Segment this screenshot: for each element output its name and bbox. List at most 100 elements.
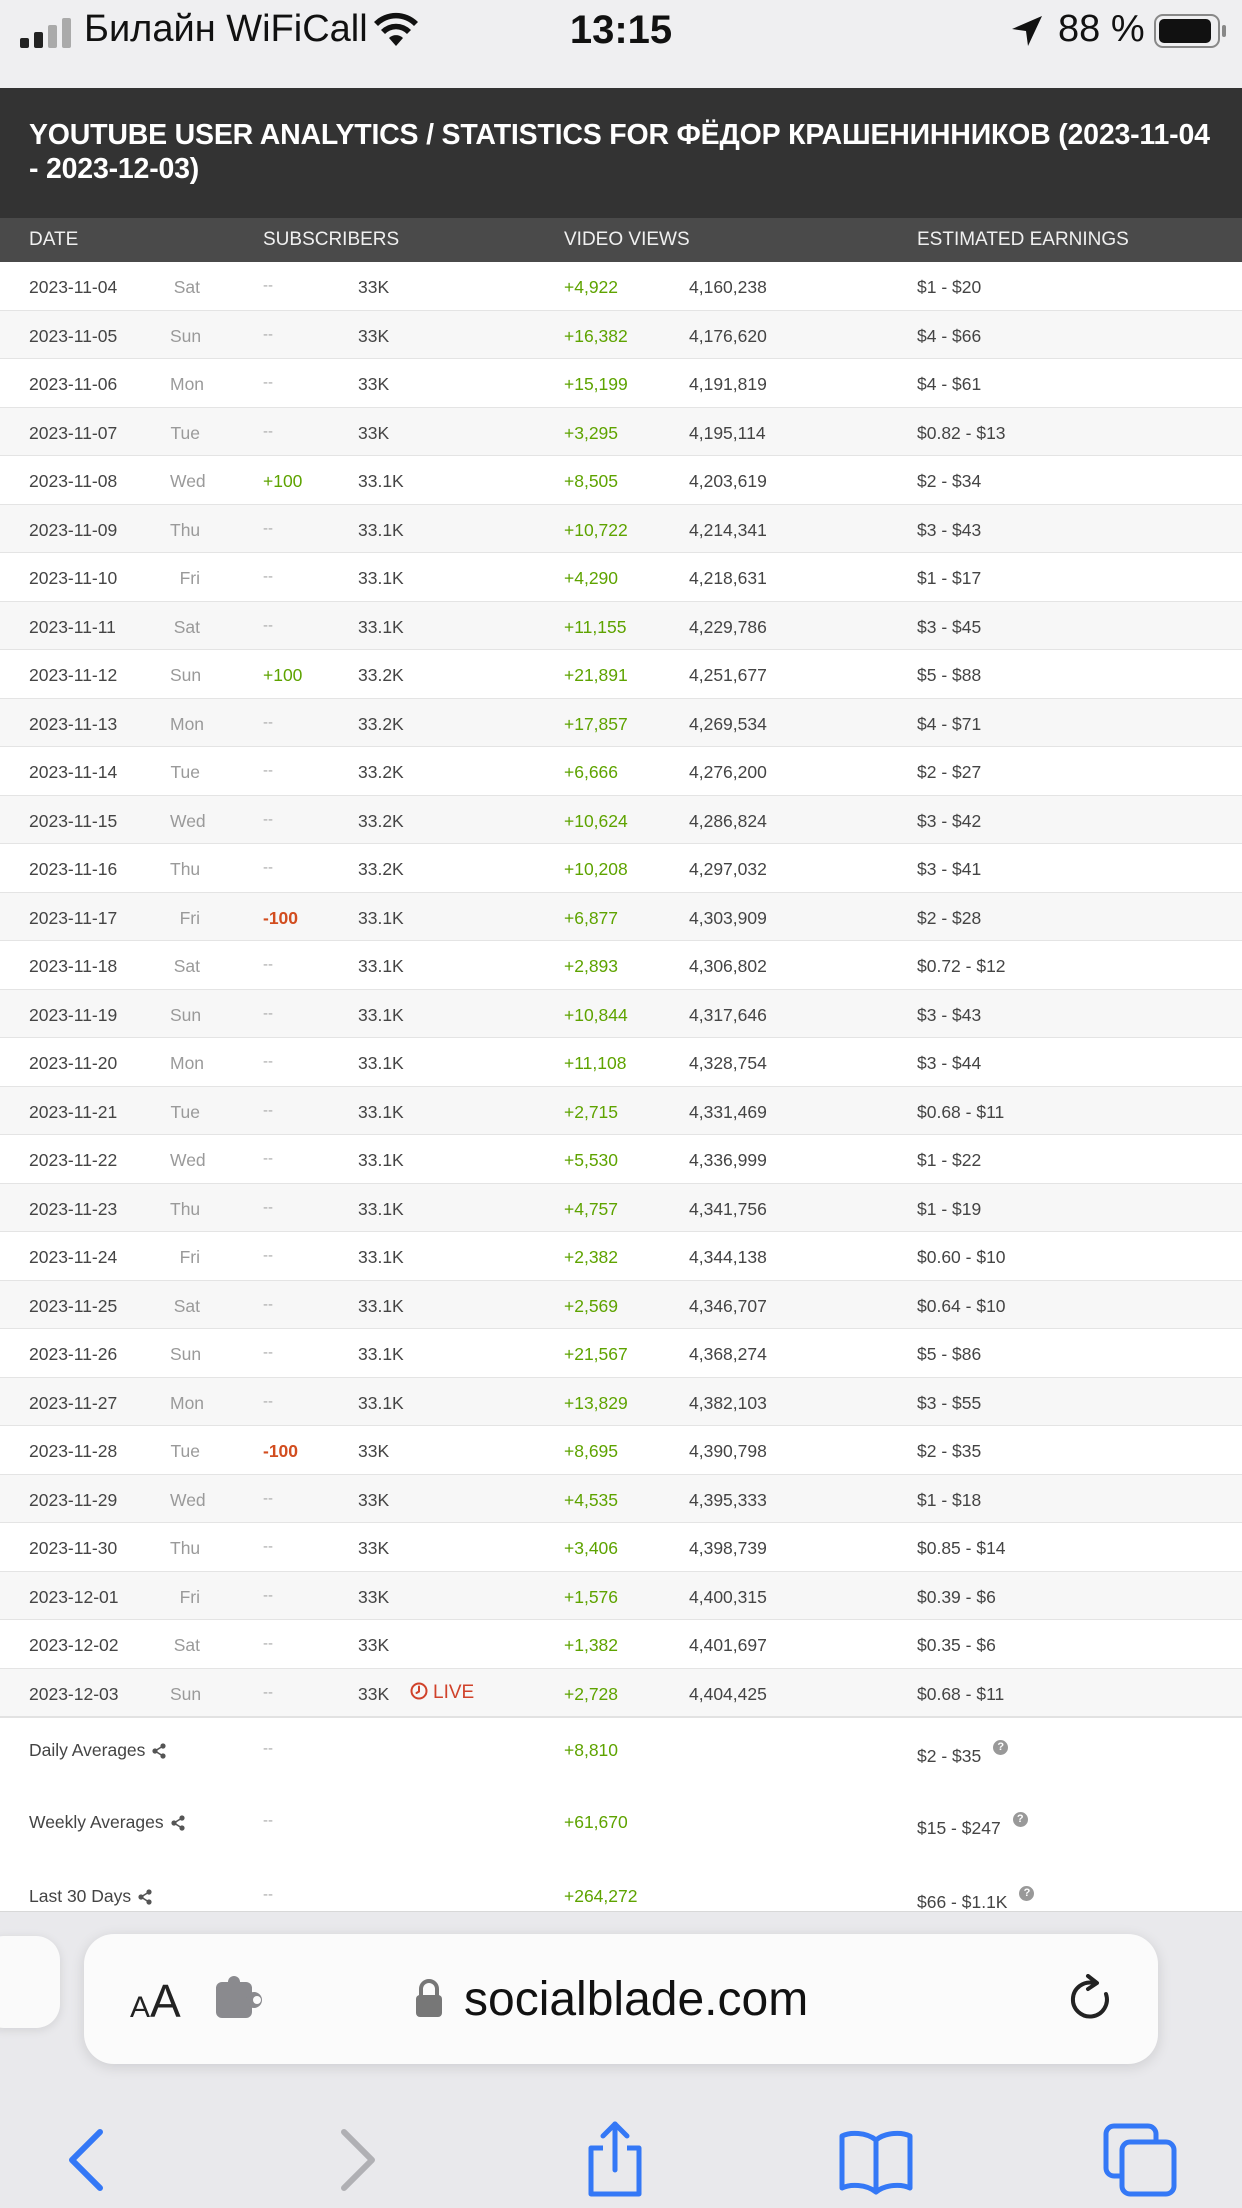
row-weekday: Wed xyxy=(170,471,206,491)
row-subscribers: 33.2K xyxy=(358,762,404,782)
row-total-views: 4,306,802 xyxy=(689,956,767,976)
row-views-change: +21,567 xyxy=(564,1344,628,1364)
row-views-change: +21,891 xyxy=(564,665,628,685)
row-date: 2023-12-02 xyxy=(29,1635,119,1655)
row-estimated-earnings: $0.82 - $13 xyxy=(917,422,1006,443)
row-subscribers: 33.2K xyxy=(358,665,404,685)
page-title: YOUTUBE USER ANALYTICS / STATISTICS FOR … xyxy=(29,119,1210,185)
row-subscribers: 33.1K xyxy=(358,1053,404,1073)
row-total-views: 4,341,756 xyxy=(689,1198,767,1219)
extension-puzzle-icon[interactable] xyxy=(214,1976,266,2020)
row-subscribers: 33K xyxy=(358,1586,390,1607)
row-weekday: Fri xyxy=(179,1247,200,1267)
row-views-change: +4,922 xyxy=(564,277,619,297)
row-estimated-earnings: $3 - $44 xyxy=(917,1053,982,1073)
row-weekday: Wed xyxy=(170,1150,206,1170)
row-views-change: +8,505 xyxy=(564,471,619,491)
row-estimated-earnings: $1 - $22 xyxy=(917,1150,982,1170)
table-row: 2023-12-01 Fri -- 33K +1,576 4,400,315 $0.39 -… xyxy=(0,1571,1242,1620)
help-icon[interactable]: ? xyxy=(1012,1812,1028,1827)
share-nodes-icon[interactable] xyxy=(170,1815,186,1831)
row-total-views: 4,382,103 xyxy=(689,1392,767,1413)
row-estimated-earnings: $2 - $35 xyxy=(917,1441,982,1461)
summary-views: +264,272 xyxy=(564,1886,638,1906)
row-estimated-earnings: $1 - $19 xyxy=(917,1198,982,1219)
row-date: 2023-11-15 xyxy=(29,810,118,831)
row-date: 2023-11-05 xyxy=(29,325,118,346)
share-icon[interactable] xyxy=(575,2120,655,2200)
row-date: 2023-11-16 xyxy=(29,859,118,879)
row-subscribers: 33K xyxy=(358,1489,390,1510)
row-estimated-earnings: $0.68 - $11 xyxy=(917,1683,1005,1704)
bookmarks-icon[interactable] xyxy=(836,2120,916,2200)
row-estimated-earnings: $2 - $28 xyxy=(917,907,982,928)
table-row: 2023-11-11 Sat -- 33.1K +11,155 4,229,786 $3 -… xyxy=(0,601,1242,650)
row-subscribers: 33.2K xyxy=(358,859,404,879)
row-subscriber-change: -- xyxy=(263,568,273,585)
row-total-views: 4,390,798 xyxy=(689,1441,767,1461)
row-total-views: 4,404,425 xyxy=(689,1683,767,1704)
table-row: 2023-11-16 Thu -- 33.2K +10,208 4,297,032 $3 -… xyxy=(0,844,1242,893)
table-row: 2023-11-29 Wed -- 33K +4,535 4,395,333 $1 - $1… xyxy=(0,1474,1242,1523)
summary-subscribers: -- xyxy=(263,1812,273,1829)
previous-tab-preview[interactable] xyxy=(0,1936,60,2028)
row-date: 2023-11-06 xyxy=(29,374,118,394)
row-subscribers: 33.1K xyxy=(358,1101,404,1122)
row-date: 2023-11-24 xyxy=(29,1247,118,1267)
summary-label: Last 30 Days xyxy=(29,1886,153,1907)
row-date: 2023-11-27 xyxy=(29,1392,118,1413)
row-subscriber-change: -100 xyxy=(263,907,299,928)
row-views-change: +6,877 xyxy=(564,907,619,928)
help-icon[interactable]: ? xyxy=(1019,1886,1035,1901)
summary-subscribers: -- xyxy=(263,1886,273,1903)
row-weekday: Sat xyxy=(173,277,200,297)
table-row: 2023-11-18 Sat -- 33.1K +2,893 4,306,802 $0.72… xyxy=(0,941,1242,990)
text-size-button[interactable]: AA xyxy=(130,1974,181,2028)
row-weekday: Sun xyxy=(170,1004,202,1025)
row-date: 2023-11-29 xyxy=(29,1489,118,1510)
back-arrow-icon[interactable] xyxy=(48,2120,128,2200)
row-total-views: 4,344,138 xyxy=(689,1247,767,1267)
row-weekday: Sat xyxy=(173,1635,200,1655)
row-date: 2023-11-23 xyxy=(29,1198,118,1219)
row-weekday: Tue xyxy=(170,422,200,443)
row-weekday: Thu xyxy=(170,519,201,540)
row-views-change: +1,576 xyxy=(564,1586,619,1607)
row-subscriber-change: -- xyxy=(263,1295,273,1313)
row-subscribers: 33K xyxy=(358,1538,390,1558)
row-weekday: Sat xyxy=(173,616,200,637)
forward-arrow-icon[interactable] xyxy=(316,2120,396,2200)
row-date: 2023-11-11 xyxy=(29,616,116,637)
table-row: 2023-11-07 Tue -- 33K +3,295 4,195,114 $0.82 -… xyxy=(0,407,1242,456)
row-date: 2023-11-19 xyxy=(29,1004,118,1025)
row-date: 2023-11-09 xyxy=(29,519,118,540)
table-row: 2023-12-02 Sat -- 33K +1,382 4,401,697 $0.35 -… xyxy=(0,1620,1242,1669)
battery-percentage: 88 % xyxy=(1058,8,1145,50)
table-row: 2023-11-09 Thu -- 33.1K +10,722 4,214,341 $3 -… xyxy=(0,504,1242,553)
reload-icon[interactable] xyxy=(1066,1974,1116,2024)
tabs-icon[interactable] xyxy=(1100,2120,1180,2200)
row-total-views: 4,203,619 xyxy=(689,471,767,491)
address-bar[interactable]: AA socialblade.com xyxy=(84,1934,1158,2064)
row-subscriber-change: -- xyxy=(263,859,273,876)
page-header: YOUTUBE USER ANALYTICS / STATISTICS FOR … xyxy=(0,88,1242,218)
row-total-views: 4,214,341 xyxy=(689,519,767,540)
row-estimated-earnings: $3 - $42 xyxy=(917,810,982,831)
row-subscribers: 33.1K xyxy=(358,1247,404,1267)
row-total-views: 4,160,238 xyxy=(689,277,767,297)
row-estimated-earnings: $1 - $20 xyxy=(917,277,982,297)
row-weekday: Sun xyxy=(170,1683,202,1704)
url-domain[interactable]: socialblade.com xyxy=(464,1972,808,2027)
table-row: 2023-11-14 Tue -- 33.2K +6,666 4,276,200 $2 - … xyxy=(0,747,1242,796)
row-subscribers: 33K xyxy=(358,325,390,346)
help-icon[interactable]: ? xyxy=(993,1740,1009,1755)
share-nodes-icon[interactable] xyxy=(151,1743,167,1759)
summary-label-text: Weekly Averages xyxy=(29,1812,164,1832)
live-indicator[interactable]: LIVE xyxy=(410,1682,474,1704)
share-nodes-icon[interactable] xyxy=(137,1889,153,1905)
row-subscribers: 33K xyxy=(358,277,390,297)
row-subscribers: 33K xyxy=(358,374,390,394)
row-subscriber-change: -- xyxy=(263,325,273,343)
row-views-change: +4,535 xyxy=(564,1489,619,1510)
row-views-change: +11,108 xyxy=(564,1053,627,1073)
